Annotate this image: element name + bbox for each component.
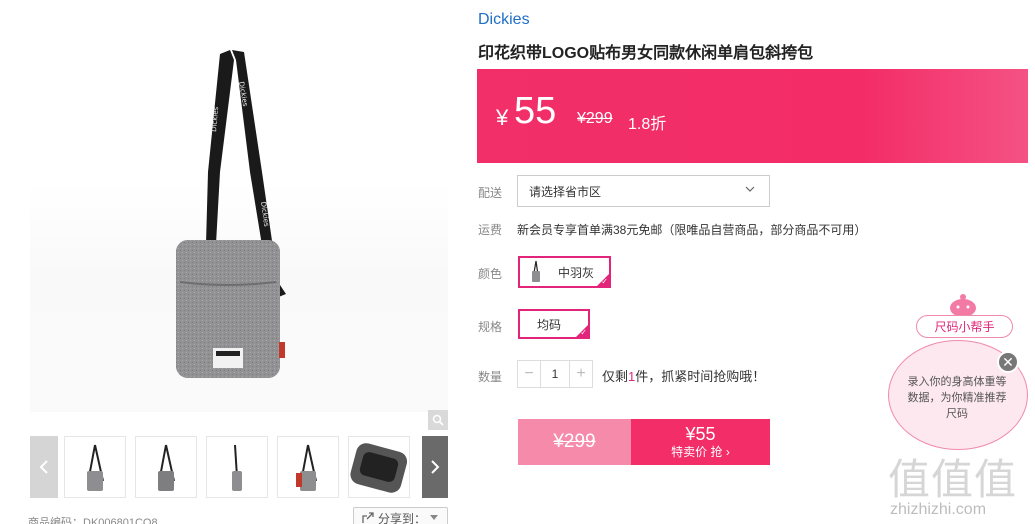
- size-label: 规格: [478, 320, 503, 334]
- discount-rate: 1.8折: [628, 116, 667, 133]
- product-main-image[interactable]: Dickies Dickies Dickies: [30, 12, 448, 430]
- chevron-down-icon: [430, 515, 439, 520]
- color-option-label: 中羽灰: [558, 265, 595, 280]
- quantity-decrease-button[interactable]: −: [518, 361, 540, 387]
- original-price: ¥299: [577, 110, 613, 127]
- price-banner: ¥ 55 ¥299 1.8折: [477, 69, 1028, 163]
- thumbnail-2[interactable]: [135, 436, 197, 498]
- share-label: 分享到：: [378, 511, 427, 524]
- thumbnail-3[interactable]: [206, 436, 268, 498]
- check-icon: ✓: [580, 328, 587, 337]
- thumbnail-5[interactable]: [348, 436, 410, 498]
- color-swatch-thumbnail: [532, 260, 540, 282]
- shoulder-bag-image: Dickies Dickies Dickies: [176, 50, 286, 378]
- color-label: 颜色: [478, 267, 503, 281]
- quantity-label: 数量: [478, 370, 503, 384]
- currency-symbol: ¥: [496, 105, 509, 130]
- shipping-label: 运费: [478, 223, 503, 237]
- stock-notice: 仅剩1件，抓紧时间抢购哦！: [602, 366, 765, 385]
- chevron-right-icon: [431, 460, 440, 474]
- quantity-input[interactable]: 1: [540, 361, 570, 387]
- mascot-icon: [950, 294, 976, 317]
- buy-original-price: ¥299: [518, 419, 631, 465]
- watermark-url: zhizhizhi.com: [890, 501, 987, 518]
- current-price: 55: [514, 90, 557, 132]
- buy-sale-price: ¥55: [685, 424, 716, 444]
- zoom-icon[interactable]: [428, 410, 448, 430]
- delivery-label: 配送: [478, 186, 503, 200]
- buy-action-label: 特卖价 抢 ›: [671, 445, 730, 459]
- stock-prefix: 仅剩: [602, 369, 629, 384]
- region-placeholder: 请选择省市区: [529, 184, 602, 199]
- quantity-increase-button[interactable]: +: [570, 361, 592, 387]
- share-icon: [362, 512, 374, 523]
- chevron-down-icon: [745, 186, 755, 192]
- brand-link[interactable]: Dickies: [478, 11, 530, 29]
- chevron-left-icon: [39, 460, 48, 474]
- thumbnail-4[interactable]: [277, 436, 339, 498]
- shipping-info: 新会员专享首单满38元免邮（限唯品自营商品，部分商品不可用）: [517, 223, 867, 237]
- chevron-right-icon: ›: [725, 445, 730, 459]
- buy-original-price-text: ¥299: [553, 431, 596, 452]
- region-select[interactable]: 请选择省市区: [517, 175, 770, 207]
- buy-sale-block[interactable]: ¥55 特卖价 抢 ›: [631, 419, 770, 465]
- size-helper-text: 录入你的身高体重等数据，为你精准推荐尺码: [907, 376, 1007, 420]
- close-icon[interactable]: ✕: [997, 351, 1019, 373]
- size-helper-tag[interactable]: 尺码小帮手: [916, 315, 1013, 338]
- thumb-next-button[interactable]: [422, 436, 448, 498]
- thumbnail-1[interactable]: [64, 436, 126, 498]
- sku-code: 商品编码：DK006801CO8: [28, 517, 158, 524]
- thumb-prev-button[interactable]: [30, 436, 58, 498]
- size-option-label: 均码: [536, 317, 561, 332]
- share-button[interactable]: 分享到：: [353, 507, 448, 524]
- watermark-logo: 值值值: [888, 456, 1018, 503]
- check-icon: ✓: [601, 277, 608, 286]
- stock-suffix: 件，抓紧时间抢购哦！: [635, 369, 766, 384]
- color-option-selected[interactable]: 中羽灰 ✓: [518, 256, 611, 288]
- quantity-stepper: − 1 +: [517, 360, 593, 388]
- size-option-selected[interactable]: 均码 ✓: [518, 309, 590, 339]
- product-title: 印花织带LOGO贴布男女同款休闲单肩包斜挎包: [478, 45, 814, 62]
- thumbnail-strip: [30, 436, 448, 498]
- buy-button[interactable]: ¥299 ¥55 特卖价 抢 ›: [518, 419, 770, 465]
